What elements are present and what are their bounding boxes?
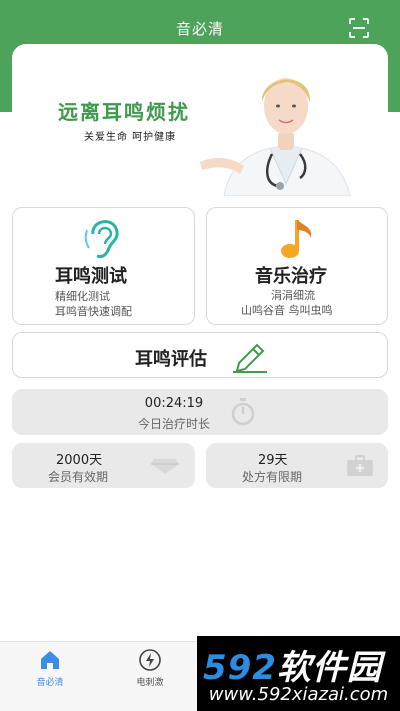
tinnitus-test-desc2: 耳鸣音快速调配 [55, 305, 132, 318]
tinnitus-test-desc1: 精细化测试 [55, 290, 110, 303]
music-therapy-card[interactable]: 音乐治疗 涓涓细流 山鸣谷音 鸟叫虫鸣 [206, 207, 388, 325]
prescription-label: 处方有限期 [242, 470, 303, 484]
watermark-url: www.592xiazai.com [208, 684, 389, 705]
home-icon [41, 651, 59, 669]
lightning-icon [139, 649, 161, 671]
prescription-days: 29天 [258, 453, 288, 468]
tinnitus-test-title: 耳鸣测试 [55, 266, 127, 287]
membership-days: 2000天 [56, 453, 103, 468]
pen-icon [233, 343, 267, 373]
site-watermark: 592软件园 www.592xiazai.com [197, 636, 400, 711]
music-therapy-title: 音乐治疗 [255, 266, 327, 287]
membership-card: 2000天 会员有效期 [12, 443, 195, 488]
tab-electrical-stimulation-label: 电刺激 [136, 678, 164, 688]
tab-home[interactable]: 音必清 [10, 648, 90, 688]
banner-title: 远离耳鸣烦扰 [58, 100, 190, 124]
tab-electrical-stimulation[interactable]: 电刺激 [110, 648, 190, 688]
watermark-brand: 592软件园 [203, 640, 382, 689]
stopwatch-icon [231, 398, 255, 426]
music-therapy-desc2: 山鸣谷音 鸟叫虫鸣 [241, 304, 333, 317]
treatment-timer-card: 00:24:19 今日治疗时长 [12, 389, 388, 435]
prescription-card: 29天 处方有限期 [206, 443, 388, 488]
tab-home-label: 音必清 [36, 678, 64, 688]
app-title: 音必清 [175, 20, 224, 38]
promo-banner[interactable]: 远离耳鸣烦扰 关爱生命 呵护健康 [12, 44, 388, 196]
scan-icon[interactable] [348, 17, 370, 39]
tinnitus-evaluation-title: 耳鸣评估 [135, 349, 207, 370]
diamond-icon [151, 459, 179, 474]
banner-subtitle: 关爱生命 呵护健康 [84, 132, 177, 143]
watermark-brand-text: 软件园 [276, 648, 382, 688]
membership-label: 会员有效期 [48, 470, 109, 484]
treatment-time-value: 00:24:19 [144, 396, 204, 411]
medical-kit-icon [347, 455, 373, 476]
music-note-icon [281, 220, 312, 258]
tinnitus-evaluation-card[interactable]: 耳鸣评估 [12, 332, 388, 378]
music-therapy-desc1: 涓涓细流 [271, 289, 315, 302]
doctor-illustration [200, 78, 351, 196]
ear-icon [84, 220, 119, 258]
treatment-time-label: 今日治疗时长 [137, 417, 210, 431]
watermark-brand-number: 592 [203, 648, 277, 688]
tinnitus-test-card[interactable]: 耳鸣测试 精细化测试 耳鸣音快速调配 [12, 207, 195, 325]
